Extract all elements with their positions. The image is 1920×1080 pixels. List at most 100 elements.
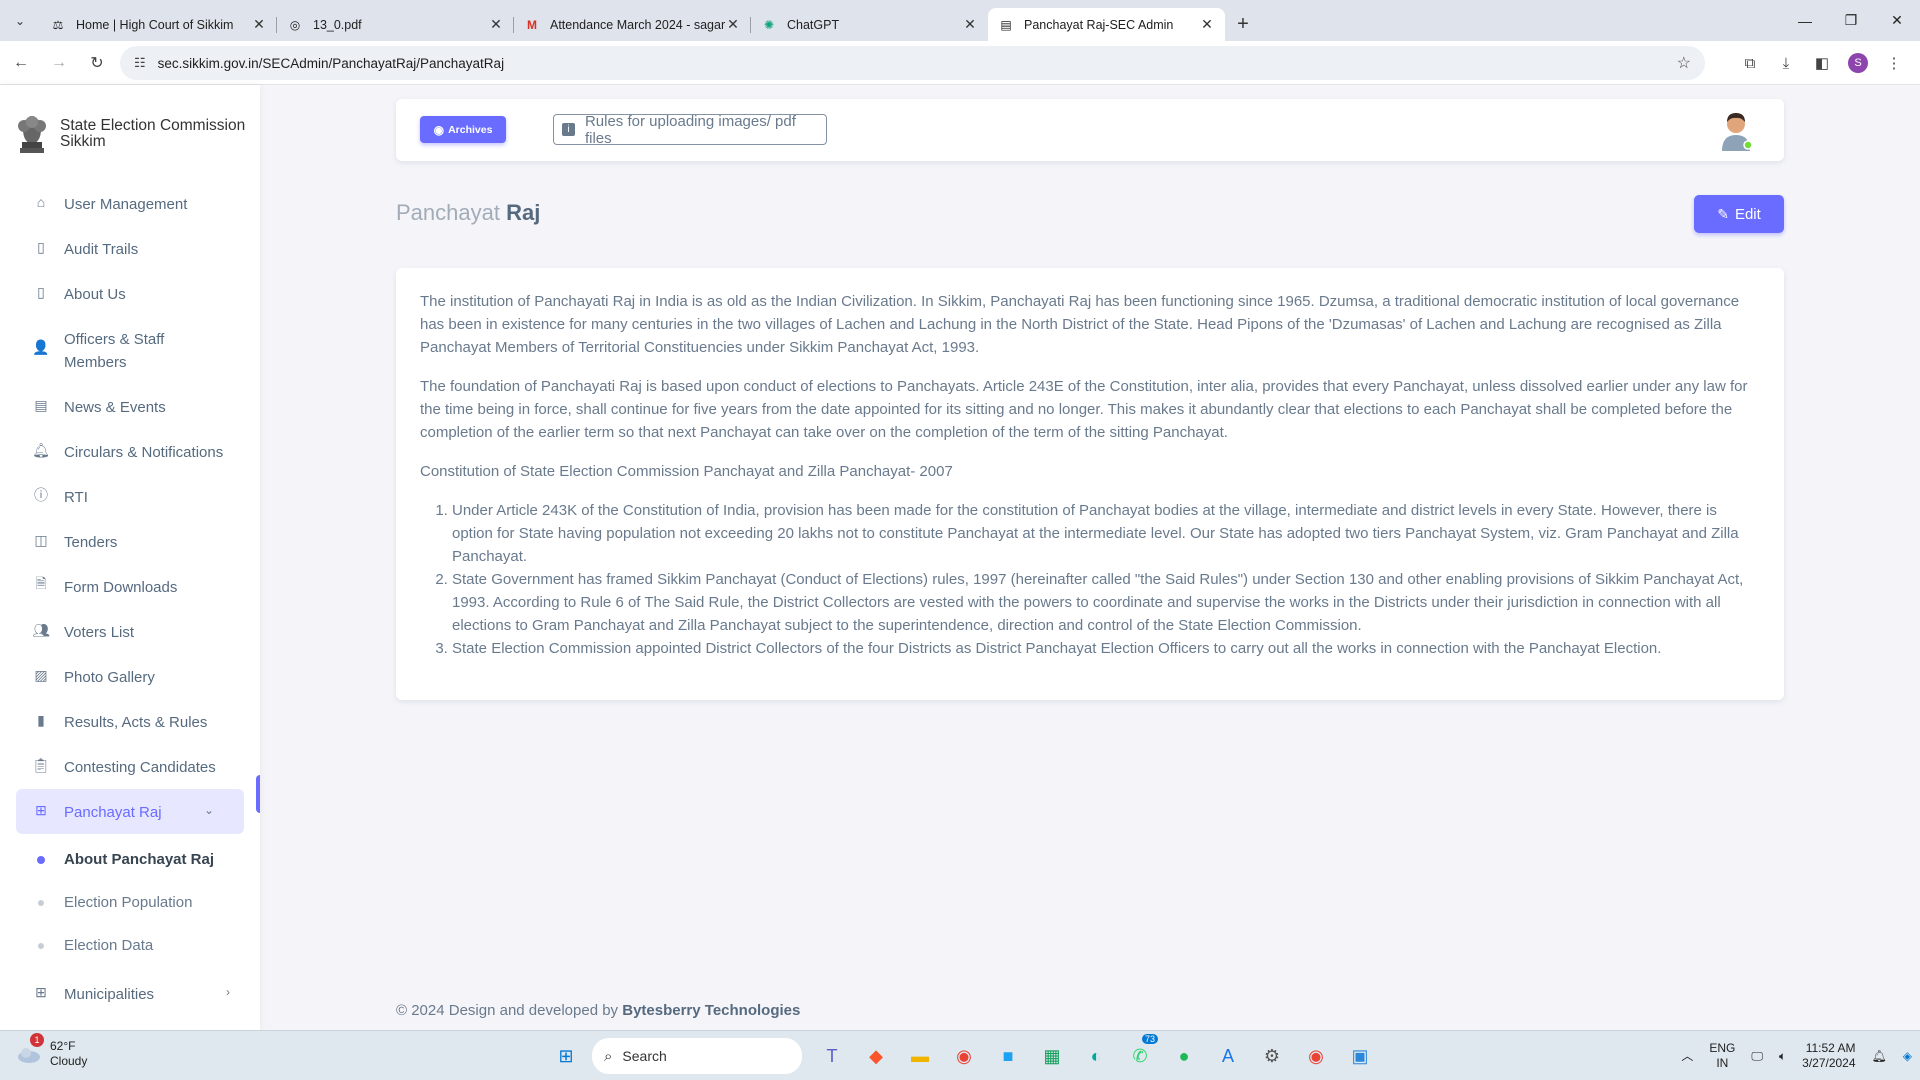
file-icon: 🗎	[35, 575, 47, 591]
copilot-icon[interactable]: ◈	[1903, 1049, 1912, 1064]
numbered-list: Under Article 243K of the Constitution o…	[420, 499, 1760, 660]
sidebar-item-results-acts[interactable]: ▮ Results, Acts & Rules	[0, 699, 260, 744]
sidebar-item-officers-staff[interactable]: 👤 Officers & Staff Members	[0, 316, 260, 384]
sidebar-item-form-downloads[interactable]: 🗎 Form Downloads	[0, 564, 260, 609]
close-window-icon[interactable]: ✕	[1874, 0, 1920, 41]
reload-icon[interactable]: ↻	[80, 46, 114, 80]
new-tab-icon[interactable]: +	[1225, 8, 1261, 41]
sidebar-item-tenders[interactable]: ◫ Tenders	[0, 519, 260, 564]
back-icon[interactable]: ←	[4, 46, 38, 80]
language-indicator[interactable]: ENG IN	[1709, 1041, 1735, 1071]
search-icon: ⌕	[604, 1047, 613, 1065]
browser-tab-active[interactable]: ▤ Panchayat Raj-SEC Admin ✕	[988, 8, 1225, 41]
edit-button[interactable]: ✎ Edit	[1694, 195, 1784, 233]
side-panel-icon[interactable]: ◧	[1804, 54, 1840, 72]
teams-icon[interactable]: T	[814, 1038, 850, 1074]
chrome-active-icon[interactable]: ◉	[1298, 1038, 1334, 1074]
sidebar-item-about-us[interactable]: ▯ About Us	[0, 271, 260, 316]
weather-temp: 62°F	[50, 1039, 76, 1053]
sidebar-item-label: Tenders	[64, 534, 118, 551]
file-explorer-icon[interactable]: ▬	[902, 1038, 938, 1074]
sidebar-item-photo-gallery[interactable]: ▨ Photo Gallery	[0, 654, 260, 699]
whatsapp-icon[interactable]: ✆ 73	[1122, 1034, 1158, 1074]
windows-taskbar: 1 62°F Cloudy ⊞ ⌕ Search T ◆ ▬ ◉ ■ ▦ ◐ ✆ 7…	[0, 1030, 1920, 1080]
sidebar-item-voters-list[interactable]: 👥︎ Voters List	[0, 609, 260, 654]
forward-icon[interactable]: →	[42, 46, 76, 80]
windows-start-icon[interactable]: ⊞	[548, 1038, 584, 1074]
sidebar-item-label: Municipalities	[64, 986, 155, 1003]
site-info-icon[interactable]: ☷	[134, 55, 146, 71]
app-icon[interactable]: ◐	[1078, 1038, 1114, 1074]
layout-icon: ⊞	[35, 983, 47, 1000]
sidebar-item-municipalities[interactable]: ⊞ Municipalities ›	[0, 971, 260, 1016]
brand[interactable]: State Election Commission Sikkim	[0, 85, 260, 165]
emblem-logo	[18, 116, 46, 153]
submenu-label: Election Data	[64, 937, 154, 954]
submenu-about-panchayat-raj[interactable]: About Panchayat Raj	[0, 838, 260, 881]
clock[interactable]: 11:52 AM 3/27/2024	[1802, 1041, 1855, 1071]
settings-icon[interactable]: ⚙	[1254, 1038, 1290, 1074]
sidebar-item-user-management[interactable]: ⌂ User Management	[0, 181, 260, 226]
profile-avatar[interactable]: S	[1848, 53, 1868, 73]
bookmark-star-icon[interactable]: ☆	[1677, 53, 1691, 73]
minimize-icon[interactable]: —	[1782, 0, 1828, 41]
sidebar-item-contesting-candidates[interactable]: 📋︎ Contesting Candidates	[0, 744, 260, 789]
extensions-icon[interactable]: ⧉	[1732, 55, 1768, 72]
close-tab-icon[interactable]: ✕	[962, 16, 978, 33]
close-tab-icon[interactable]: ✕	[725, 16, 741, 33]
close-tab-icon[interactable]: ✕	[251, 16, 267, 33]
volume-icon[interactable]: 🔈︎	[1779, 1049, 1786, 1064]
user-avatar[interactable]	[1718, 109, 1754, 151]
spotify-icon[interactable]: ●	[1166, 1038, 1202, 1074]
sidebar-item-label: Audit Trails	[64, 241, 139, 258]
footer-company-link[interactable]: Bytesberry Technologies	[622, 1002, 800, 1019]
address-bar[interactable]: ☷ sec.sikkim.gov.in/SECAdmin/PanchayatRa…	[120, 46, 1705, 80]
browser-toolbar: ← → ↻ ☷ sec.sikkim.gov.in/SECAdmin/Panch…	[0, 41, 1920, 85]
info-icon: i	[562, 123, 575, 136]
sidebar-item-label: RTI	[64, 489, 88, 506]
browser-tab[interactable]: M Attendance March 2024 - sagar ✕	[514, 8, 751, 41]
sidebar-item-label: About Us	[64, 286, 126, 303]
weather-badge: 1	[30, 1033, 44, 1047]
weather-widget[interactable]: 1 62°F Cloudy	[16, 1033, 87, 1069]
sheets-icon[interactable]: ▦	[1034, 1038, 1070, 1074]
brave-icon[interactable]: ◆	[858, 1038, 894, 1074]
users-icon: 👤	[32, 338, 50, 355]
chevron-up-icon[interactable]: ︿	[1681, 1049, 1693, 1064]
network-icon[interactable]: 🖵︎	[1751, 1049, 1763, 1064]
whatsapp-badge: 73	[1141, 1034, 1158, 1044]
chevron-right-icon: ›	[226, 985, 230, 999]
sidebar: State Election Commission Sikkim ⌂ User M…	[0, 85, 260, 1030]
close-tab-icon[interactable]: ✕	[488, 16, 504, 33]
sidebar-item-label: Results, Acts & Rules	[64, 714, 208, 731]
tab-search-chevron-icon[interactable]: ⌄	[0, 0, 40, 41]
page-title-light: Panchayat	[396, 200, 500, 225]
browser-tab[interactable]: ⚖ Home | High Court of Sikkim ✕	[40, 8, 277, 41]
close-tab-icon[interactable]: ✕	[1199, 16, 1215, 33]
sidebar-item-circulars[interactable]: 🔔︎ Circulars & Notifications	[0, 429, 260, 474]
chrome-icon[interactable]: ◉	[946, 1038, 982, 1074]
toolbar-actions: ⧉ ⤓ ◧ S ⋮	[1732, 46, 1912, 80]
app-store-icon[interactable]: A	[1210, 1038, 1246, 1074]
browser-tab[interactable]: ✺ ChatGPT ✕	[751, 8, 988, 41]
restore-icon[interactable]: ❐	[1828, 0, 1874, 41]
twitter-icon[interactable]: ■	[990, 1038, 1026, 1074]
archives-button[interactable]: ◉ Archives	[420, 116, 506, 143]
active-indicator	[256, 775, 260, 813]
taskbar-search[interactable]: ⌕ Search	[592, 1038, 802, 1074]
submenu-election-data[interactable]: Election Data	[0, 924, 260, 967]
submenu-election-population[interactable]: Election Population	[0, 881, 260, 924]
sidebar-item-rti[interactable]: ⓘ RTI	[0, 474, 260, 519]
sidebar-item-news-events[interactable]: ▤ News & Events	[0, 384, 260, 429]
photos-icon[interactable]: ▣	[1342, 1038, 1378, 1074]
page-title: Panchayat Raj	[396, 200, 540, 226]
browser-tab[interactable]: ◎ 13_0.pdf ✕	[277, 8, 514, 41]
chatgpt-favicon-icon: ✺	[763, 17, 775, 32]
kebab-menu-icon[interactable]: ⋮	[1876, 54, 1912, 72]
page-title-bold: Raj	[506, 200, 541, 225]
sidebar-item-audit-trails[interactable]: ▯ Audit Trails	[0, 226, 260, 271]
download-icon[interactable]: ⤓	[1768, 55, 1804, 72]
sidebar-item-panchayat-raj[interactable]: ⊞ Panchayat Raj ⌄	[16, 789, 244, 834]
notification-bell-icon[interactable]: 🔔︎	[1872, 1049, 1887, 1064]
rules-button[interactable]: i Rules for uploading images/ pdf files	[553, 113, 827, 147]
